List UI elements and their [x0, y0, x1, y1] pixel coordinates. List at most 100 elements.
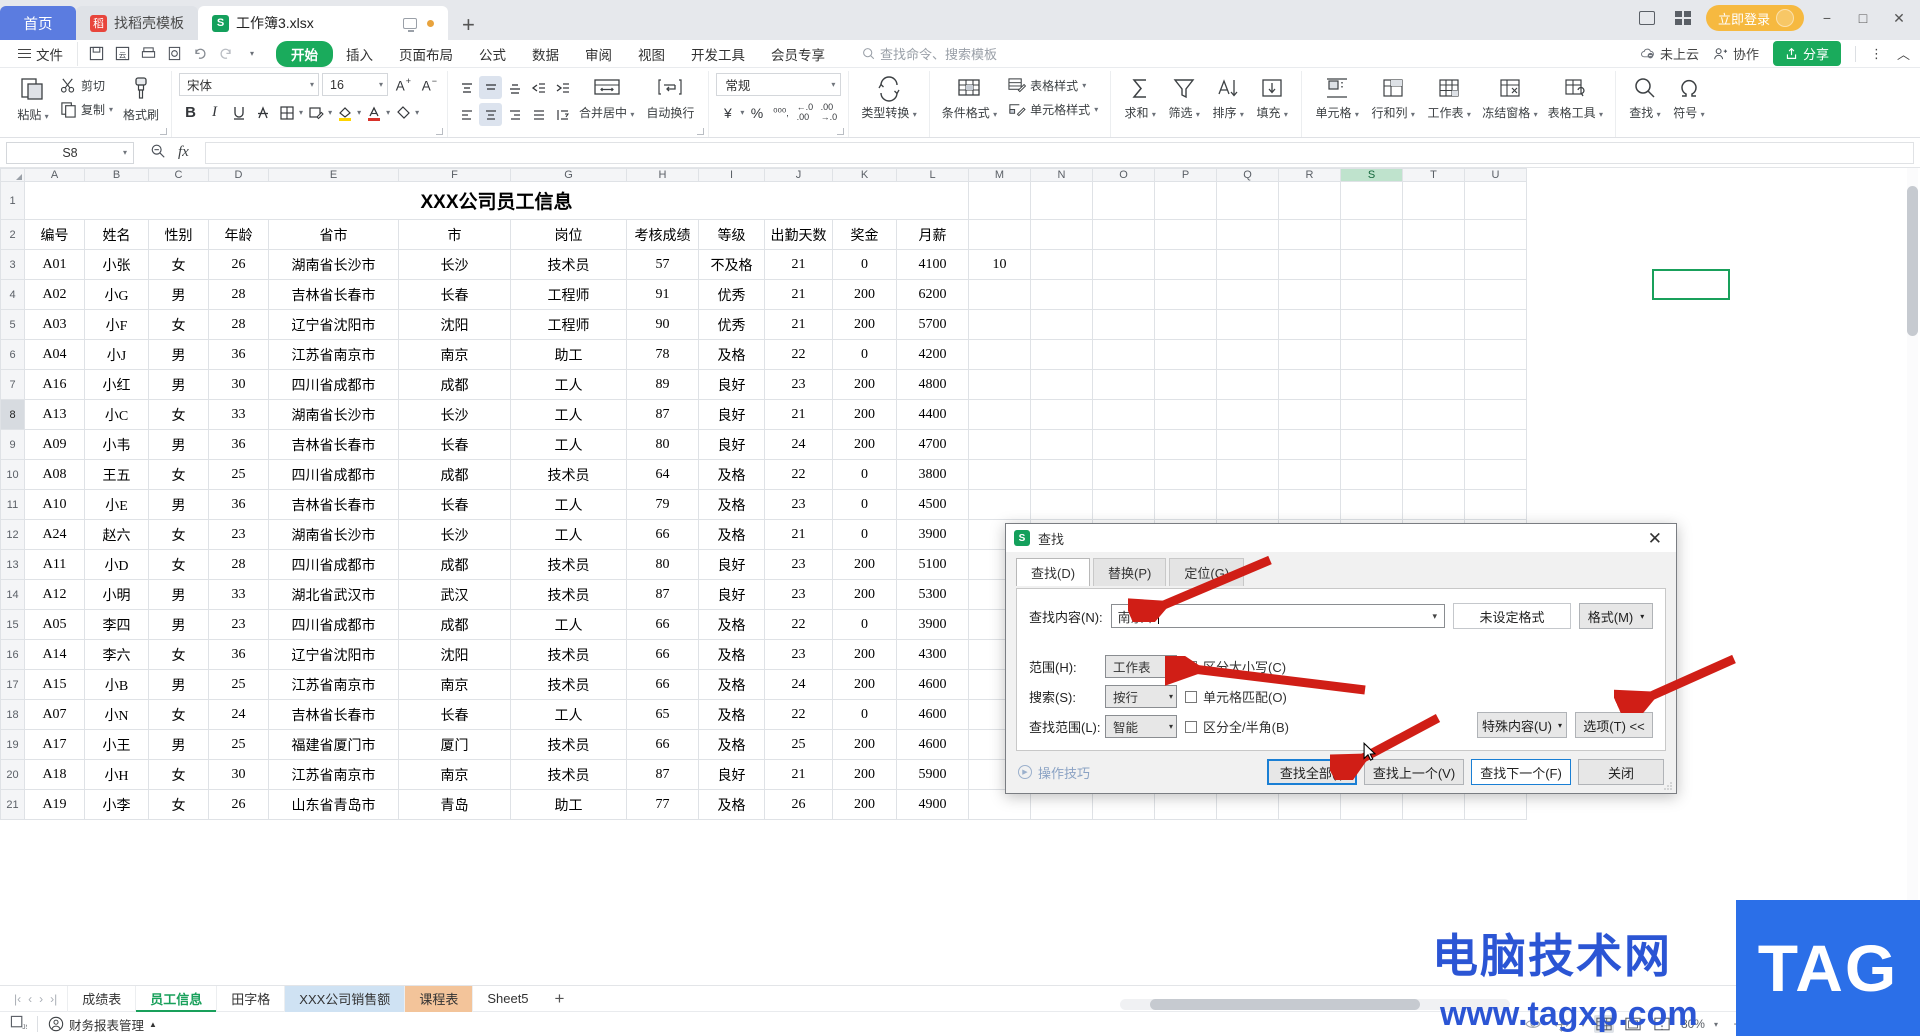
tab-find[interactable]: 查找(D) — [1016, 558, 1091, 586]
cell[interactable] — [1154, 181, 1217, 220]
cell[interactable]: 21 — [764, 309, 833, 340]
cell[interactable]: 65 — [626, 699, 699, 730]
collapse-ribbon-icon[interactable]: ︿ — [1897, 44, 1910, 63]
cell[interactable] — [1030, 429, 1093, 460]
cell[interactable] — [1154, 789, 1217, 820]
cell[interactable] — [1030, 459, 1093, 490]
cell[interactable] — [1216, 429, 1279, 460]
presentation-mode-icon[interactable] — [403, 17, 417, 32]
cell[interactable]: 助工 — [510, 339, 627, 370]
cell[interactable] — [1216, 489, 1279, 520]
cell[interactable]: 青岛 — [398, 789, 511, 820]
insert-function-icon[interactable]: fx — [178, 144, 189, 161]
zoom-slider-knob[interactable] — [1818, 1017, 1831, 1031]
header-cell-4[interactable]: 省市 — [268, 219, 399, 250]
cell[interactable] — [1402, 489, 1465, 520]
cell[interactable]: A17 — [24, 729, 85, 760]
cell[interactable]: 23 — [208, 519, 269, 550]
conditional-format-button[interactable]: 条件格式 ▾ — [937, 73, 1002, 121]
cell[interactable]: 33 — [208, 399, 269, 430]
cell[interactable] — [1402, 429, 1465, 460]
table-style-button[interactable]: 表格样式 ▾ — [1002, 75, 1103, 96]
cell[interactable] — [1092, 339, 1155, 370]
cell[interactable]: 4800 — [896, 369, 969, 400]
ribbon-tab-page-layout[interactable]: 页面布局 — [386, 42, 466, 66]
cell[interactable] — [1278, 219, 1341, 250]
cell[interactable]: 工人 — [510, 369, 627, 400]
cell[interactable]: 66 — [626, 639, 699, 670]
cell[interactable]: 南京 — [398, 759, 511, 790]
row-header-8[interactable]: 8 — [0, 399, 25, 430]
format-painter-button[interactable]: 格式刷 — [118, 73, 164, 123]
cell[interactable]: A15 — [24, 669, 85, 700]
save-as-icon[interactable]: 云 — [110, 42, 134, 66]
cell[interactable]: 技术员 — [510, 759, 627, 790]
cell[interactable]: 66 — [626, 669, 699, 700]
cell[interactable] — [1340, 459, 1403, 490]
cell[interactable] — [1030, 489, 1093, 520]
cell[interactable]: 男 — [148, 729, 209, 760]
row-header-3[interactable]: 3 — [0, 249, 25, 280]
cell[interactable]: 23 — [208, 609, 269, 640]
cell[interactable]: A14 — [24, 639, 85, 670]
cell[interactable]: 工人 — [510, 609, 627, 640]
cell[interactable]: 男 — [148, 609, 209, 640]
cell[interactable] — [1154, 459, 1217, 490]
cell[interactable]: 技术员 — [510, 549, 627, 580]
cell[interactable] — [1154, 429, 1217, 460]
cell[interactable]: 女 — [148, 699, 209, 730]
rows-cols-button[interactable]: 行和列 ▾ — [1365, 73, 1421, 121]
cell[interactable]: 0 — [832, 459, 897, 490]
next-sheet-button[interactable]: › — [37, 992, 45, 1006]
cell[interactable]: 3900 — [896, 519, 969, 550]
cell[interactable] — [1340, 249, 1403, 280]
font-size-select[interactable]: 16 ▾ — [322, 73, 389, 96]
cell[interactable] — [1278, 339, 1341, 370]
column-header-H[interactable]: H — [626, 168, 699, 182]
cell[interactable]: 36 — [208, 639, 269, 670]
cell[interactable]: A08 — [24, 459, 85, 490]
cell[interactable]: 及格 — [698, 609, 765, 640]
move-icon[interactable] — [1552, 1015, 1572, 1033]
cell[interactable]: 良好 — [698, 579, 765, 610]
zoom-out-button[interactable]: − — [1727, 1015, 1747, 1033]
cell[interactable] — [968, 181, 1031, 220]
cell[interactable]: 26 — [208, 789, 269, 820]
cell[interactable] — [1154, 249, 1217, 280]
cell[interactable] — [1402, 369, 1465, 400]
cell[interactable] — [1402, 181, 1465, 220]
fill-color-caret-icon[interactable]: ▾ — [357, 108, 361, 117]
cell[interactable] — [1464, 219, 1527, 250]
cell[interactable]: 江苏省南京市 — [268, 339, 399, 370]
row-header-10[interactable]: 10 — [0, 459, 25, 490]
column-header-P[interactable]: P — [1154, 168, 1217, 182]
header-cell-3[interactable]: 年龄 — [208, 219, 269, 250]
cell[interactable]: 男 — [148, 489, 209, 520]
column-header-U[interactable]: U — [1464, 168, 1527, 182]
cut-button[interactable]: 剪切 — [55, 75, 118, 96]
cell[interactable]: 女 — [148, 309, 209, 340]
cell[interactable]: 23 — [764, 369, 833, 400]
cell[interactable]: 28 — [208, 309, 269, 340]
first-sheet-button[interactable]: |‹ — [12, 992, 23, 1006]
cell[interactable] — [1216, 309, 1279, 340]
close-dialog-button[interactable]: 关闭 — [1578, 759, 1664, 785]
cell[interactable]: 及格 — [698, 789, 765, 820]
clear-format-caret-icon[interactable]: ▾ — [415, 108, 419, 117]
options-toggle-button[interactable]: 选项(T) << — [1575, 712, 1653, 738]
sheet-tab-yuangongxinxi[interactable]: 员工信息 — [135, 985, 217, 1012]
cell[interactable]: 小明 — [84, 579, 149, 610]
cell[interactable]: 及格 — [698, 729, 765, 760]
cell[interactable]: 长沙 — [398, 399, 511, 430]
header-cell-10[interactable]: 奖金 — [832, 219, 897, 250]
tab-home[interactable]: 首页 — [0, 6, 76, 40]
cell[interactable]: 及格 — [698, 339, 765, 370]
search-direction-select[interactable]: 按行 ▾ — [1105, 685, 1177, 708]
increase-decimal-button[interactable]: ←.0.00 — [793, 101, 816, 124]
ribbon-tab-insert[interactable]: 插入 — [333, 42, 386, 66]
header-cell-8[interactable]: 等级 — [698, 219, 765, 250]
cell[interactable]: 79 — [626, 489, 699, 520]
align-left-button[interactable] — [455, 103, 478, 126]
cell[interactable] — [1278, 181, 1341, 220]
cell[interactable]: 良好 — [698, 429, 765, 460]
